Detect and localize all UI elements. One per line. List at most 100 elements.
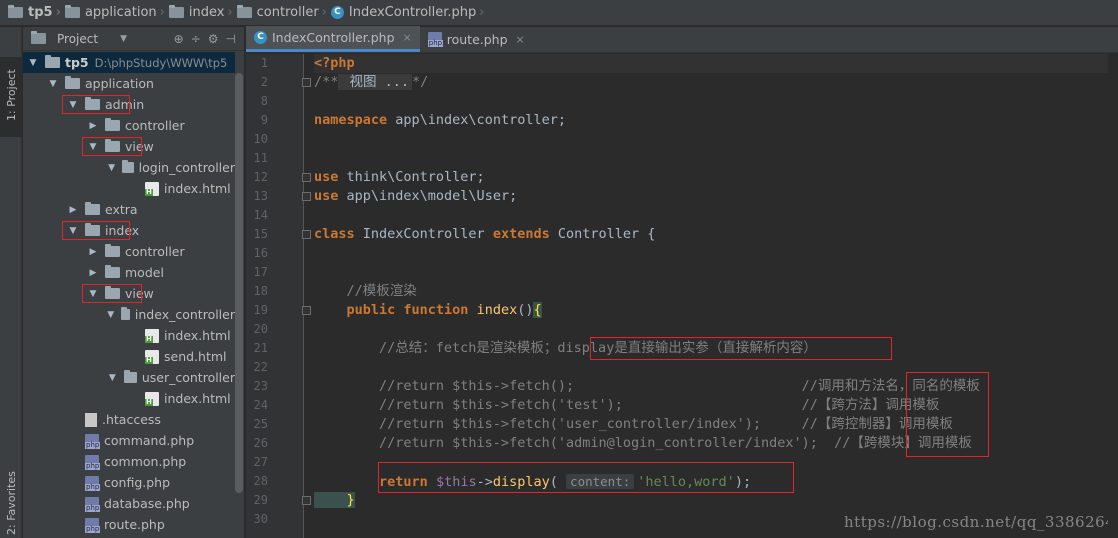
line-number: 20: [253, 322, 268, 336]
tree-item[interactable]: ▶ model: [23, 262, 235, 283]
tree-item[interactable]: ▼ view: [23, 136, 235, 157]
fold-marker-icon[interactable]: [302, 306, 311, 315]
folder-icon: [85, 97, 100, 110]
folder-icon: [105, 286, 120, 299]
tree-item-label: user_controller: [141, 370, 235, 385]
tree-item[interactable]: ▶ controller: [23, 115, 235, 136]
expanded-arrow-icon[interactable]: ▼: [67, 226, 79, 236]
tree-item[interactable]: ▶ extra: [23, 199, 235, 220]
tab-indexcontroller[interactable]: C IndexController.php ×: [246, 26, 420, 52]
fold-marker-icon[interactable]: [302, 78, 311, 87]
tree-item[interactable]: ▼ tp5 D:\phpStudy\WWW\tp5: [23, 52, 235, 73]
folder-icon: [120, 307, 130, 320]
folder-icon: [236, 5, 252, 18]
breadcrumb-item-tp5[interactable]: tp5 ›: [8, 0, 65, 26]
folder-icon: [122, 160, 134, 173]
fold-marker-icon[interactable]: [302, 173, 311, 182]
tree-item-label: route.php: [104, 517, 165, 532]
expanded-arrow-icon[interactable]: ▼: [27, 58, 39, 68]
collapsed-arrow-icon[interactable]: ▶: [67, 205, 79, 215]
tree-item[interactable]: ▼ view: [23, 283, 235, 304]
tree-item[interactable]: ▶route.php: [23, 514, 235, 535]
expanded-arrow-icon[interactable]: ▼: [107, 163, 116, 173]
php-file-icon: [85, 496, 101, 512]
tree-item[interactable]: ▼ user_controller: [23, 367, 235, 388]
project-scrollbar[interactable]: [235, 73, 243, 493]
watermark-text: https://blog.csdn.net/qq_33862644: [844, 513, 1118, 531]
expanded-arrow-icon[interactable]: ▼: [87, 289, 99, 299]
tree-item[interactable]: ▼ application: [23, 73, 235, 94]
gear-icon[interactable]: ⚙: [208, 32, 219, 46]
tree-item-label: index.html: [164, 328, 231, 343]
line-number: 30: [253, 512, 268, 526]
fold-marker-icon[interactable]: [302, 192, 311, 201]
tree-item-label: database.php: [104, 496, 190, 511]
editor-scrollbar[interactable]: [1108, 54, 1118, 538]
tab-route[interactable]: route.php ×: [420, 26, 533, 52]
line-number: 28: [253, 474, 268, 488]
tree-item[interactable]: ▶config.php: [23, 472, 235, 493]
hide-panel-icon[interactable]: ⊣: [226, 32, 236, 46]
file-icon: [85, 412, 97, 427]
tree-item-label: index.html: [164, 181, 231, 196]
folder-icon: [105, 265, 120, 278]
chevron-down-icon[interactable]: ▼: [120, 34, 127, 44]
tree-item[interactable]: ▶index.html: [23, 388, 235, 409]
tree-item-path: D:\phpStudy\WWW\tp5: [94, 55, 228, 70]
tree-item-label: view: [125, 286, 154, 301]
tree-item[interactable]: ▶command.php: [23, 430, 235, 451]
expanded-arrow-icon[interactable]: ▼: [47, 79, 59, 89]
code-line-26: //return $this->fetch('admin@login_contr…: [314, 435, 972, 451]
folder-icon: [8, 5, 23, 18]
line-number: 18: [253, 284, 268, 298]
close-icon[interactable]: ×: [403, 31, 412, 44]
line-number: 8: [260, 94, 268, 108]
tree-item[interactable]: ▼ login_controller: [23, 157, 235, 178]
fold-marker-icon[interactable]: [302, 230, 311, 239]
scroll-from-source-icon[interactable]: ⊕: [174, 32, 184, 46]
html-file-icon: [145, 181, 159, 196]
code-editor: C IndexController.php × route.php × 1289…: [246, 26, 1118, 538]
tree-item-label: application: [85, 76, 154, 91]
tree-item[interactable]: ▶send.html: [23, 346, 235, 367]
code-line-28: return $this->display( content:'hello,wo…: [379, 474, 752, 490]
breadcrumb-item-indexcontroller[interactable]: C IndexController.php ›: [330, 0, 489, 26]
breadcrumb-item-index[interactable]: index ›: [168, 0, 237, 26]
line-number: 25: [253, 417, 268, 431]
breadcrumb-item-application[interactable]: application ›: [64, 0, 169, 26]
expanded-arrow-icon[interactable]: ▼: [67, 100, 79, 110]
tree-item[interactable]: ▶index.html: [23, 178, 235, 199]
tree-item[interactable]: ▶.htaccess: [23, 409, 235, 430]
tree-item-label: controller: [125, 244, 185, 259]
project-tool-button[interactable]: 1: Project: [0, 57, 22, 137]
expanded-arrow-icon[interactable]: ▼: [107, 310, 115, 320]
folded-region[interactable]: 视图 ...: [338, 74, 413, 90]
expanded-arrow-icon[interactable]: ▼: [107, 373, 118, 383]
tree-item[interactable]: ▶ controller: [23, 241, 235, 262]
collapsed-arrow-icon[interactable]: ▶: [87, 268, 99, 278]
tree-item[interactable]: ▼ index_controller: [23, 304, 235, 325]
expanded-arrow-icon[interactable]: ▼: [87, 142, 99, 152]
tree-item[interactable]: ▼ index: [23, 220, 235, 241]
project-view-selector[interactable]: Project: [57, 32, 98, 46]
code-line-1: <?php: [314, 55, 355, 71]
tree-item[interactable]: ▶database.php: [23, 493, 235, 514]
tree-item-label: send.html: [164, 349, 227, 364]
parameter-hint: content:: [566, 474, 635, 489]
line-number: 16: [253, 246, 268, 260]
chevron-right-icon: ›: [55, 5, 61, 20]
breadcrumb-item-controller[interactable]: controller ›: [236, 0, 331, 26]
folder-icon: [105, 244, 120, 257]
tree-item[interactable]: ▶index.html: [23, 325, 235, 346]
tree-item-label: index: [105, 223, 140, 238]
collapse-all-icon[interactable]: ÷: [191, 32, 201, 46]
fold-marker-icon[interactable]: [302, 496, 311, 505]
tree-item[interactable]: ▶common.php: [23, 451, 235, 472]
line-number: 27: [253, 455, 268, 469]
collapsed-arrow-icon[interactable]: ▶: [87, 247, 99, 257]
tree-item[interactable]: ▼ admin: [23, 94, 235, 115]
collapsed-arrow-icon[interactable]: ▶: [87, 121, 99, 131]
code-line-24: //return $this->fetch('test'); //【跨方法】调用…: [314, 397, 940, 413]
close-icon[interactable]: ×: [516, 33, 525, 46]
code-area[interactable]: <?php /** 视图 ... */ namespace app\index\c…: [314, 54, 1118, 538]
